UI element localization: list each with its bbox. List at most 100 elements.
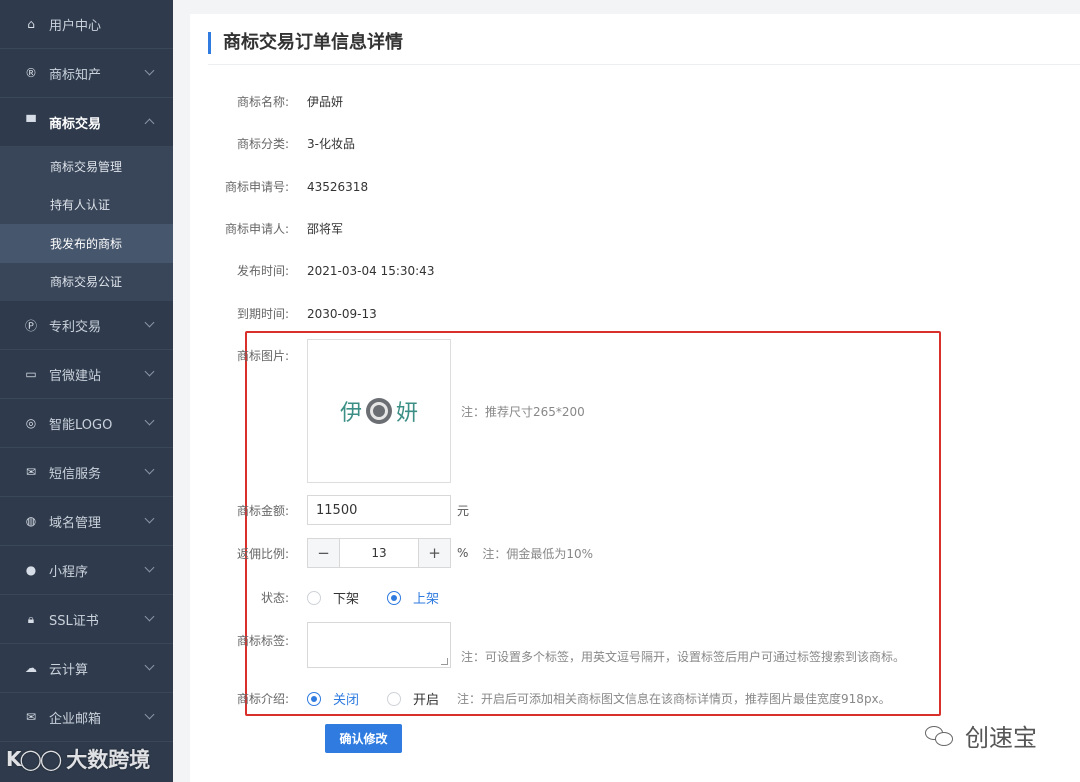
sidebar-subitem-holder-auth[interactable]: 持有人认证 (0, 185, 173, 224)
radio-checked-icon (387, 590, 402, 605)
home-icon: ⌂ (27, 17, 35, 31)
field-label: 状态: (260, 591, 289, 605)
sidebar-item-trademark-trade[interactable]: ▀ 商标交易 (0, 98, 173, 147)
decrement-button[interactable]: − (308, 539, 340, 567)
confirm-button[interactable]: 确认修改 (325, 724, 402, 753)
watermark-left: K◯◯ 大数跨境 (6, 744, 150, 774)
sidebar-item-label: 官微建站 (49, 368, 102, 384)
patent-icon: Ⓟ (24, 318, 37, 333)
radio-checked-icon (307, 691, 321, 706)
sidebar-subitem-trade-notary[interactable]: 商标交易公证 (0, 262, 173, 301)
lock-icon: 🔒︎ (27, 611, 35, 626)
field-label: 商标名称: (236, 95, 289, 109)
sidebar-item-miniprogram[interactable]: ● 小程序 (0, 546, 173, 595)
intro-radio-off[interactable]: 关闭 (307, 689, 359, 708)
mail-icon: ✉ (25, 710, 37, 724)
sidebar-item-mail[interactable]: ✉ 企业邮箱 (0, 693, 173, 742)
field-label: 发布时间: (236, 264, 289, 278)
field-label: 返佣比例: (236, 546, 289, 561)
field-label: 商标图片: (236, 349, 289, 363)
form-status: 状态: 下架 上架 (190, 588, 467, 607)
commission-note: 注：佣金最低为10% (482, 546, 594, 561)
sidebar-item-trademark-ip[interactable]: ® 商标知产 (0, 49, 173, 98)
logo-char-left: 伊 (339, 401, 362, 426)
chevron-up-icon (144, 118, 155, 129)
radio-label: 关闭 (333, 693, 360, 708)
field-value: 伊品妍 (307, 95, 344, 109)
sidebar-item-user-center[interactable]: ⌂ 用户中心 (0, 0, 173, 49)
radio-circle-icon (307, 590, 321, 605)
logo-icon: ◎ (25, 416, 37, 430)
sidebar-item-cloud[interactable]: ☁ 云计算 (0, 644, 173, 693)
sidebar-item-label: 云计算 (49, 662, 89, 678)
chevron-down-icon (144, 464, 155, 475)
field-publish-time: 发布时间: 2021-03-04 15:30:43 (190, 262, 435, 279)
sidebar-item-sms[interactable]: ✉ 短信服务 (0, 448, 173, 497)
field-label: 商标介绍: (236, 692, 289, 706)
field-category: 商标分类: 3-化妆品 (190, 135, 355, 152)
status-radio-off[interactable]: 下架 (307, 588, 359, 607)
sidebar-item-label: 用户中心 (49, 18, 102, 34)
trademark-image[interactable]: 伊 妍 (307, 339, 451, 483)
commission-stepper: − 13 + (307, 538, 451, 568)
sidebar-item-domain[interactable]: ◍ 域名管理 (0, 497, 173, 546)
field-value: 邵将军 (307, 222, 344, 236)
commission-unit: % (457, 546, 469, 560)
tags-note: 注：可设置多个标签，用英文逗号隔开，设置标签后用户可通过标签搜索到该商标。 (461, 650, 906, 664)
sidebar-item-label: 短信服务 (49, 466, 102, 482)
sidebar-item-label: SSL证书 (49, 613, 99, 629)
field-label: 商标分类: (236, 137, 289, 151)
watermark-right-text: 创速宝 (965, 724, 1037, 752)
radio-label: 下架 (333, 592, 360, 607)
sms-icon: ✉ (25, 465, 37, 479)
sidebar-item-patent-trade[interactable]: Ⓟ 专利交易 (0, 301, 173, 350)
sidebar-item-smart-logo[interactable]: ◎ 智能LOGO (0, 399, 173, 448)
field-label: 到期时间: (236, 307, 289, 321)
tags-textarea[interactable] (307, 622, 451, 668)
radio-circle-icon (387, 691, 402, 706)
globe-icon: ◍ (25, 514, 37, 528)
field-expire-time: 到期时间: 2030-09-13 (190, 305, 377, 322)
price-input[interactable]: 11500 (307, 495, 451, 525)
field-app-no: 商标申请号: 43526318 (190, 178, 368, 195)
cloud-icon: ☁ (25, 661, 37, 675)
sidebar-item-label: 企业邮箱 (49, 711, 102, 727)
field-label: 商标申请人: (224, 222, 289, 236)
field-label: 商标标签: (236, 634, 289, 648)
increment-button[interactable]: + (418, 539, 450, 567)
image-note: 注：推荐尺寸265*200 (461, 405, 585, 419)
chevron-down-icon (144, 709, 155, 720)
form-tags: 商标标签: 注：可设置多个标签，用英文逗号隔开，设置标签后用户可通过标签搜索到该… (190, 622, 905, 668)
chevron-down-icon (144, 660, 155, 671)
miniprogram-icon: ● (25, 563, 37, 577)
field-value: 43526318 (307, 179, 369, 194)
sidebar-subitem-my-published[interactable]: 我发布的商标 (0, 224, 173, 263)
chevron-down-icon (144, 317, 155, 328)
field-value: 2030-09-13 (307, 306, 377, 321)
intro-note: 注：开启后可添加相关商标图文信息在该商标详情页，推荐图片最佳宽度918px。 (457, 692, 891, 706)
sidebar-item-ssl[interactable]: 🔒︎ SSL证书 (0, 595, 173, 644)
registered-icon: ® (25, 66, 37, 80)
page-title: 商标交易订单信息详情 (208, 32, 403, 54)
intro-radio-on[interactable]: 开启 (387, 689, 439, 708)
field-label: 商标申请号: (224, 180, 289, 194)
status-radio-on[interactable]: 上架 (387, 588, 439, 607)
field-value: 3-化妆品 (307, 137, 355, 151)
chevron-down-icon (144, 513, 155, 524)
sidebar-subitem-trade-manage[interactable]: 商标交易管理 (0, 147, 173, 186)
watermark-logo-icon: K◯◯ (6, 747, 62, 771)
sidebar-item-website[interactable]: ▭ 官微建站 (0, 350, 173, 399)
chevron-down-icon (144, 562, 155, 573)
sidebar-item-label: 域名管理 (49, 515, 102, 531)
form-commission: 返佣比例: − 13 + % 注：佣金最低为10% (190, 538, 593, 568)
commission-input[interactable]: 13 (340, 539, 418, 567)
radio-label: 上架 (413, 592, 440, 607)
wechat-icon (925, 724, 955, 748)
chevron-down-icon (144, 65, 155, 76)
sidebar-item-label: 商标交易 (49, 116, 102, 132)
watermark-left-text: 大数跨境 (66, 748, 151, 772)
main-panel: 商标交易订单信息详情 商标名称: 伊品妍 商标分类: 3-化妆品 商标申请号: … (190, 0, 1080, 782)
sidebar-item-label: 智能LOGO (49, 417, 113, 433)
monitor-icon: ▭ (25, 367, 37, 381)
title-divider (208, 64, 1080, 65)
